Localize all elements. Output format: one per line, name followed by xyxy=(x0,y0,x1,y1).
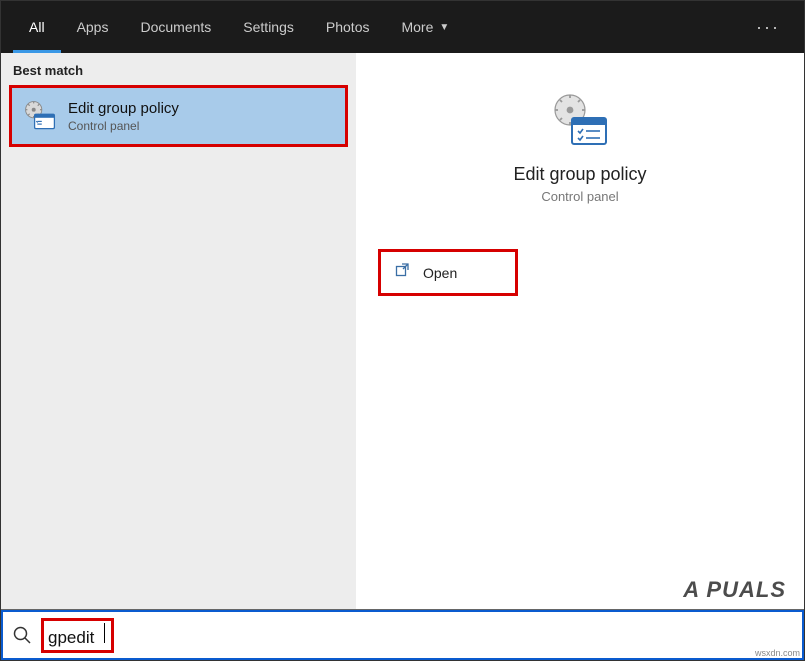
search-bar[interactable] xyxy=(1,610,804,660)
text-cursor xyxy=(104,623,105,643)
tab-more[interactable]: More ▼ xyxy=(385,1,465,53)
tab-apps[interactable]: Apps xyxy=(61,1,125,53)
result-text: Edit group policy Control panel xyxy=(68,100,179,133)
tab-settings[interactable]: Settings xyxy=(227,1,310,53)
tab-all[interactable]: All xyxy=(13,1,61,53)
group-policy-icon xyxy=(22,98,58,134)
search-icon xyxy=(11,624,33,646)
tab-list: All Apps Documents Settings Photos More … xyxy=(13,1,465,53)
tab-documents[interactable]: Documents xyxy=(124,1,227,53)
open-action[interactable]: Open xyxy=(378,249,518,296)
main-content: Best match xyxy=(1,53,804,610)
result-subtitle: Control panel xyxy=(68,119,179,133)
group-policy-large-icon xyxy=(548,88,612,152)
search-input[interactable] xyxy=(48,628,106,648)
result-title: Edit group policy xyxy=(68,100,179,117)
section-best-match: Best match xyxy=(1,53,356,84)
open-icon xyxy=(395,262,411,283)
watermark-logo: A PUALS xyxy=(683,577,786,603)
top-tab-bar: All Apps Documents Settings Photos More … xyxy=(1,1,804,53)
preview-title: Edit group policy xyxy=(513,164,646,185)
preview-subtitle: Control panel xyxy=(541,189,618,204)
attribution-text: wsxdn.com xyxy=(755,648,800,658)
results-pane: Best match xyxy=(1,53,356,609)
open-label: Open xyxy=(423,265,457,281)
search-input-highlight xyxy=(41,618,114,653)
chevron-down-icon: ▼ xyxy=(439,22,449,33)
tab-more-label: More xyxy=(401,19,433,35)
result-edit-group-policy[interactable]: Edit group policy Control panel xyxy=(9,85,348,147)
overflow-menu-button[interactable]: ··· xyxy=(744,17,792,38)
preview-pane: Edit group policy Control panel Open A P… xyxy=(356,53,804,609)
tab-photos[interactable]: Photos xyxy=(310,1,386,53)
